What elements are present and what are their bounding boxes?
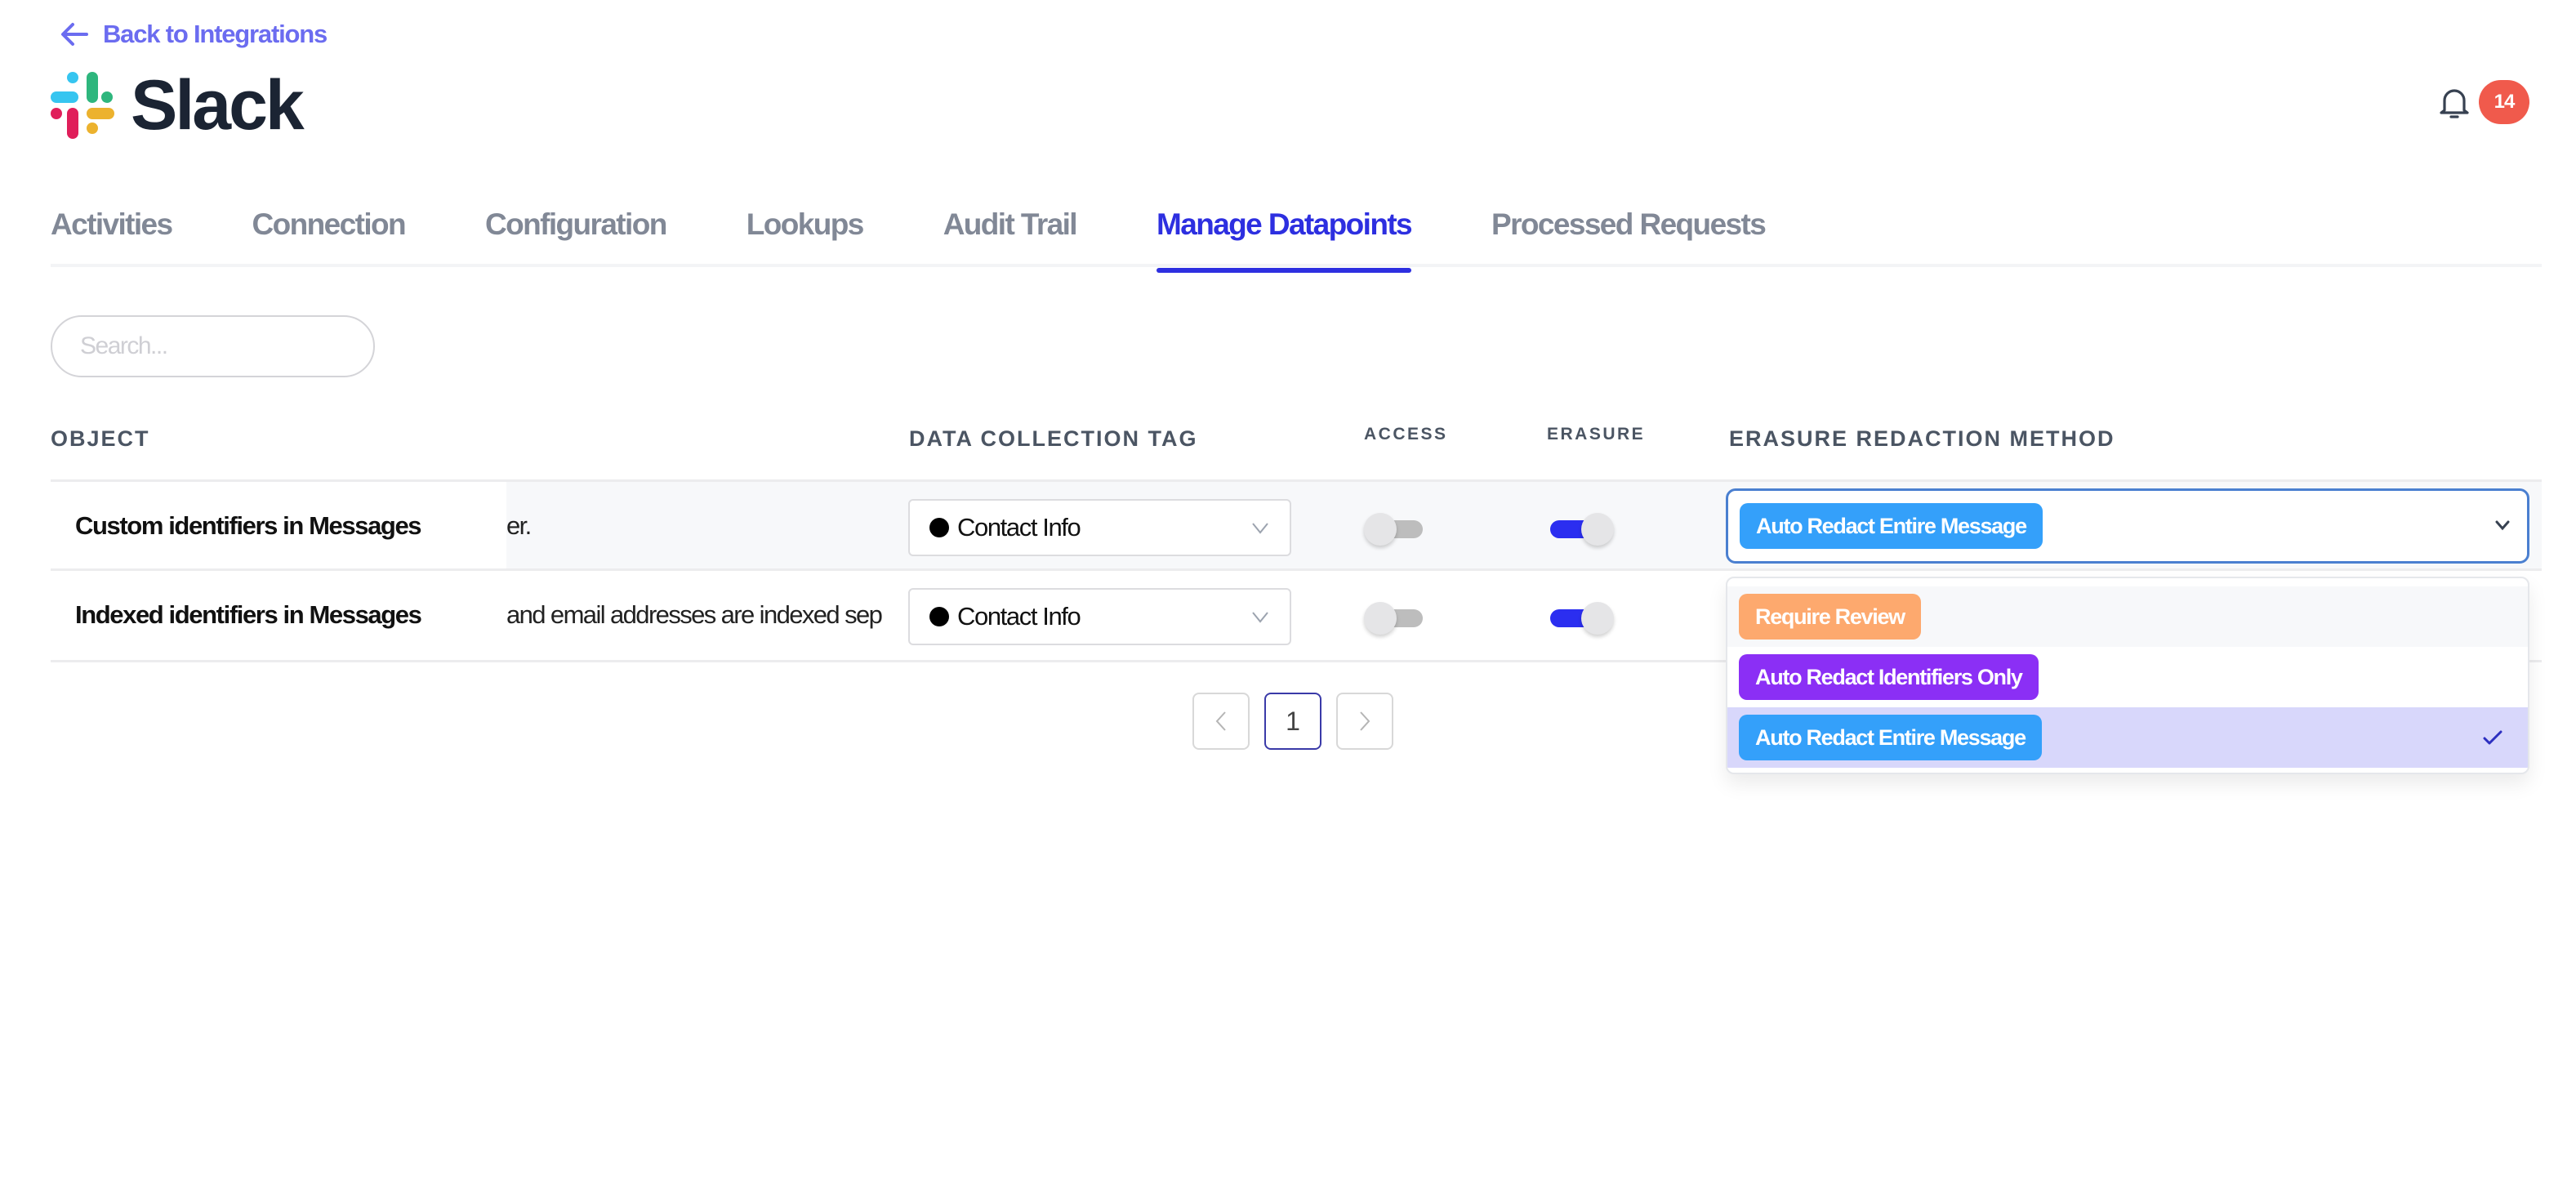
column-header-object: OBJECT [51, 426, 150, 451]
object-description-text: and email addresses are indexed sep [506, 600, 883, 629]
notifications[interactable]: 14 [2438, 80, 2529, 124]
object-description: er. [506, 511, 916, 541]
column-header-data-collection-tag: DATA COLLECTION TAG [909, 426, 1198, 451]
search-input[interactable] [51, 315, 375, 377]
toggle-knob [1581, 513, 1614, 546]
menu-option-require-review[interactable]: Require Review [1727, 586, 2528, 647]
tab-configuration[interactable]: Configuration [485, 204, 667, 267]
erasure-toggle[interactable] [1550, 513, 1616, 547]
chevron-down-icon [1252, 523, 1268, 534]
column-header-erasure: ERASURE [1547, 425, 1646, 443]
tab-connection[interactable]: Connection [252, 204, 407, 267]
data-collection-tag-select[interactable]: Contact Info [908, 499, 1291, 556]
object-name: Custom identifiers in Messages [75, 511, 422, 540]
menu-option-auto-redact-entire-message[interactable]: Auto Redact Entire Message [1727, 707, 2528, 768]
tag-select-value: Contact Info [957, 513, 1081, 542]
tab-processed-requests[interactable]: Processed Requests [1491, 204, 1767, 267]
chevron-down-icon [2495, 520, 2510, 531]
previous-page-button[interactable] [1192, 693, 1250, 750]
toggle-knob [1581, 602, 1614, 635]
object-description: and email addresses are indexed sep [506, 600, 916, 630]
data-collection-tag-select[interactable]: Contact Info [908, 588, 1291, 645]
check-icon [2483, 730, 2502, 745]
tab-activities[interactable]: Activities [51, 204, 173, 267]
tag-color-dot [929, 518, 949, 537]
next-page-button[interactable] [1336, 693, 1393, 750]
tag-color-dot [929, 607, 949, 626]
pagination: 1 [1192, 693, 1393, 750]
redaction-method-menu: Require Review Auto Redact Identifiers O… [1726, 577, 2529, 774]
back-to-integrations-link[interactable]: Back to Integrations [60, 20, 328, 49]
tab-bar: Activities Connection Configuration Look… [51, 204, 2542, 273]
chevron-down-icon [1252, 612, 1268, 623]
chevron-right-icon [1360, 711, 1370, 731]
tab-audit-trail[interactable]: Audit Trail [943, 204, 1078, 267]
toggle-knob [1364, 602, 1397, 635]
selected-redaction-pill: Auto Redact Entire Message [1740, 503, 2043, 549]
app-header: Slack [51, 66, 305, 145]
erasure-redaction-method-select[interactable]: Auto Redact Entire Message [1726, 488, 2529, 564]
option-pill: Auto Redact Identifiers Only [1739, 654, 2039, 700]
object-name: Indexed identifiers in Messages [75, 600, 422, 629]
toggle-knob [1364, 513, 1397, 546]
access-toggle[interactable] [1364, 602, 1429, 636]
back-link-label: Back to Integrations [103, 20, 328, 48]
tab-manage-datapoints[interactable]: Manage Datapoints [1157, 204, 1413, 273]
slack-logo [51, 72, 114, 139]
option-pill: Require Review [1739, 594, 1921, 640]
object-description-text: er. [506, 511, 532, 540]
erasure-toggle[interactable] [1550, 602, 1616, 636]
arrow-left-icon [61, 23, 88, 46]
notification-count-badge[interactable]: 14 [2479, 80, 2529, 124]
chevron-left-icon [1215, 711, 1226, 731]
page-button-current[interactable]: 1 [1264, 693, 1321, 750]
app-title: Slack [131, 66, 305, 145]
column-header-access: ACCESS [1364, 425, 1448, 443]
bell-icon[interactable] [2438, 84, 2471, 120]
option-pill: Auto Redact Entire Message [1739, 715, 2042, 760]
tag-select-value: Contact Info [957, 602, 1081, 631]
access-toggle[interactable] [1364, 513, 1429, 547]
column-header-erasure-redaction-method: ERASURE REDACTION METHOD [1729, 426, 2115, 451]
menu-option-auto-redact-identifiers-only[interactable]: Auto Redact Identifiers Only [1727, 647, 2528, 707]
tab-lookups[interactable]: Lookups [747, 204, 865, 267]
